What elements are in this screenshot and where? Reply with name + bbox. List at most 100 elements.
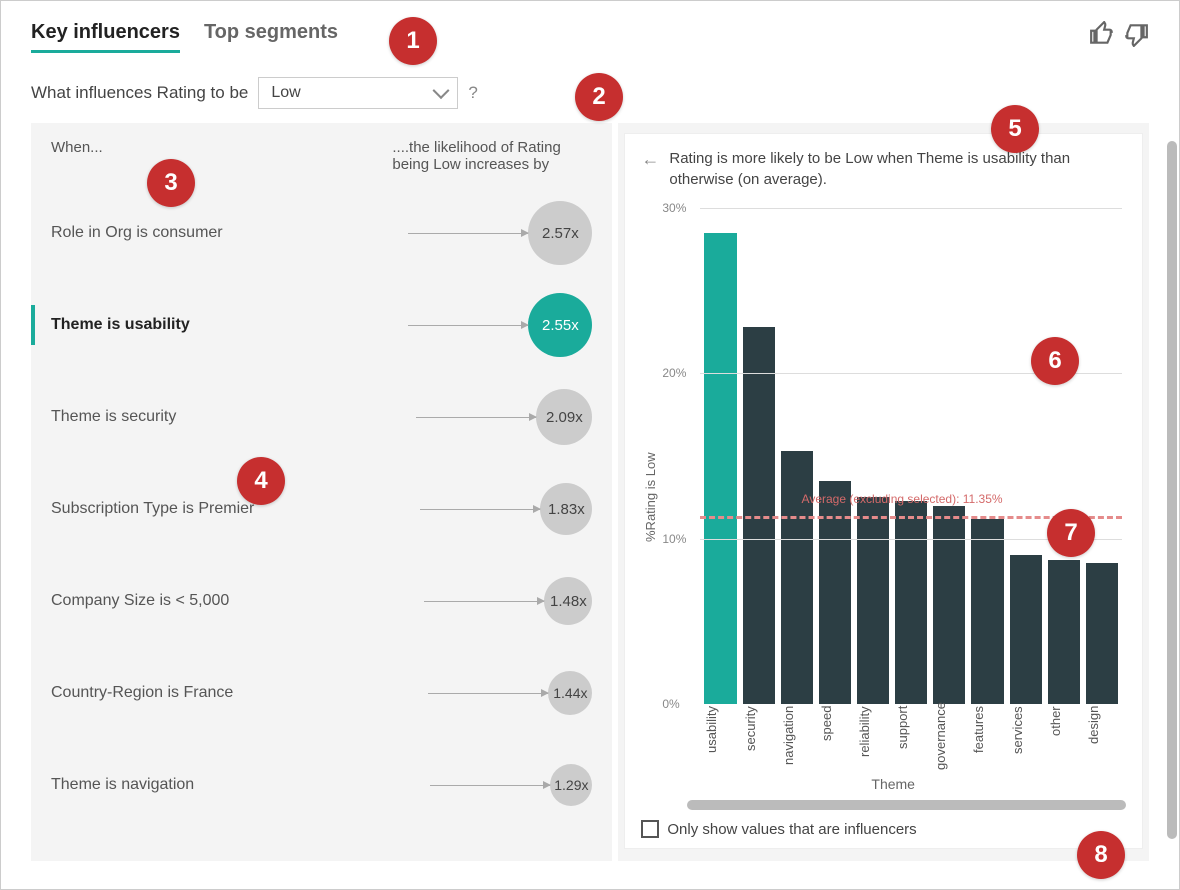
connector-line (416, 417, 536, 418)
x-axis-label: Theme (660, 776, 1126, 792)
tab-top-segments[interactable]: Top segments (204, 21, 338, 53)
chart: %Rating is Low 0% 10% 20% 30% Average (exclu… (641, 200, 1126, 794)
x-tick: governance (933, 706, 965, 770)
selection-marker (31, 581, 35, 621)
thumbs-up-icon[interactable] (1089, 21, 1115, 50)
grid-line (700, 208, 1122, 209)
callout-1: 1 (389, 17, 437, 65)
selection-marker (31, 397, 35, 437)
influencer-label: Theme is usability (51, 316, 408, 334)
callout-4: 4 (237, 457, 285, 505)
x-tick: security (743, 706, 775, 770)
insight-header: ← Rating is more likely to be Low when T… (641, 148, 1126, 190)
connector-line (408, 325, 528, 326)
influencer-bubble: 2.09x (536, 389, 592, 445)
chart-body: 0% 10% 20% 30% Average (excluding selected):… (660, 200, 1126, 794)
callout-3: 3 (147, 159, 195, 207)
y-tick: 0% (662, 697, 679, 711)
influencer-label: Theme is security (51, 408, 416, 426)
y-tick: 30% (662, 201, 686, 215)
tabs: Key influencers Top segments (31, 21, 338, 53)
horizontal-scrollbar[interactable] (687, 800, 1126, 810)
x-tick: navigation (781, 706, 813, 770)
bar[interactable] (781, 451, 813, 704)
selection-marker (31, 489, 35, 529)
bar[interactable] (819, 481, 851, 704)
detail-card: ← Rating is more likely to be Low when T… (624, 133, 1143, 849)
bar[interactable] (971, 519, 1003, 704)
insight-text: Rating is more likely to be Low when The… (669, 148, 1126, 190)
influencer-row[interactable]: Role in Org is consumer2.57x (51, 187, 592, 279)
bars (704, 208, 1118, 704)
y-axis-label: %Rating is Low (641, 200, 660, 794)
influencer-label: Company Size is < 5,000 (51, 592, 424, 610)
connector-line (428, 693, 548, 694)
selection-marker (31, 213, 35, 253)
influencer-label: Subscription Type is Premier (51, 500, 420, 518)
feedback-buttons (1089, 21, 1149, 50)
col-when: When... (51, 139, 392, 173)
x-tick: support (895, 706, 927, 770)
influencer-label: Country-Region is France (51, 684, 428, 702)
x-tick: speed (819, 706, 851, 770)
influencer-row[interactable]: Theme is security 2.09x (51, 371, 592, 463)
vertical-scrollbar[interactable] (1167, 141, 1177, 839)
bar[interactable] (857, 497, 889, 704)
influencer-row[interactable]: Subscription Type is Premier 1.83x (51, 463, 592, 555)
plot-area: 0%10%20%30%Average (excluding selected):… (700, 208, 1122, 704)
connector-line (408, 233, 528, 234)
influencer-bubble: 1.48x (544, 577, 592, 625)
callout-5: 5 (991, 105, 1039, 153)
influencers-pane: When... ....the likelihood of Rating bei… (31, 123, 612, 861)
bar[interactable] (895, 501, 927, 704)
influencer-bubble: 1.83x (540, 483, 592, 535)
only-influencers-checkbox[interactable]: Only show values that are influencers (641, 820, 1126, 838)
x-tick: services (1010, 706, 1042, 770)
x-tick: design (1086, 706, 1118, 770)
influencer-row[interactable]: Company Size is < 5,000 1.48x (51, 555, 592, 647)
influencer-row[interactable]: Theme is usability 2.55x (51, 279, 592, 371)
selection-marker (31, 305, 35, 345)
callout-7: 7 (1047, 509, 1095, 557)
col-likelihood: ....the likelihood of Rating being Low i… (392, 139, 592, 173)
selection-marker (31, 673, 35, 713)
header: Key influencers Top segments (31, 21, 1149, 53)
checkbox-icon[interactable] (641, 820, 659, 838)
influencer-bubble: 2.55x (528, 293, 592, 357)
influencer-row[interactable]: Theme is navigation 1.29x (51, 739, 592, 831)
target-value-dropdown[interactable]: Low (258, 77, 458, 109)
callout-8: 8 (1077, 831, 1125, 879)
average-label: Average (excluding selected): 11.35% (802, 492, 1003, 506)
selection-marker (31, 765, 35, 805)
bar[interactable] (704, 233, 736, 704)
column-headers: When... ....the likelihood of Rating bei… (51, 139, 592, 173)
y-tick: 10% (662, 532, 686, 546)
influencer-bubble: 1.44x (548, 671, 592, 715)
main-split: When... ....the likelihood of Rating bei… (31, 123, 1149, 861)
callout-2: 2 (575, 73, 623, 121)
bar[interactable] (1048, 560, 1080, 704)
x-labels: usabilitysecuritynavigationspeedreliabil… (704, 706, 1118, 770)
x-tick: other (1048, 706, 1080, 770)
connector-line (420, 509, 540, 510)
checkbox-label: Only show values that are influencers (667, 821, 916, 838)
bar[interactable] (1010, 555, 1042, 704)
callout-6: 6 (1031, 337, 1079, 385)
bar[interactable] (1086, 563, 1118, 704)
tab-key-influencers[interactable]: Key influencers (31, 21, 180, 53)
influencer-bubble: 1.29x (550, 764, 592, 806)
y-tick: 20% (662, 366, 686, 380)
thumbs-down-icon[interactable] (1123, 21, 1149, 50)
x-tick: usability (704, 706, 736, 770)
connector-line (424, 601, 544, 602)
influencer-label: Role in Org is consumer (51, 224, 408, 242)
question-prefix: What influences Rating to be (31, 83, 248, 103)
influencer-row[interactable]: Country-Region is France 1.44x (51, 647, 592, 739)
connector-line (430, 785, 550, 786)
x-tick: reliability (857, 706, 889, 770)
bar[interactable] (933, 506, 965, 704)
back-arrow-icon[interactable]: ← (641, 150, 659, 190)
influencer-label: Theme is navigation (51, 776, 430, 794)
help-icon[interactable]: ? (468, 83, 477, 103)
detail-pane: ← Rating is more likely to be Low when T… (618, 123, 1149, 861)
